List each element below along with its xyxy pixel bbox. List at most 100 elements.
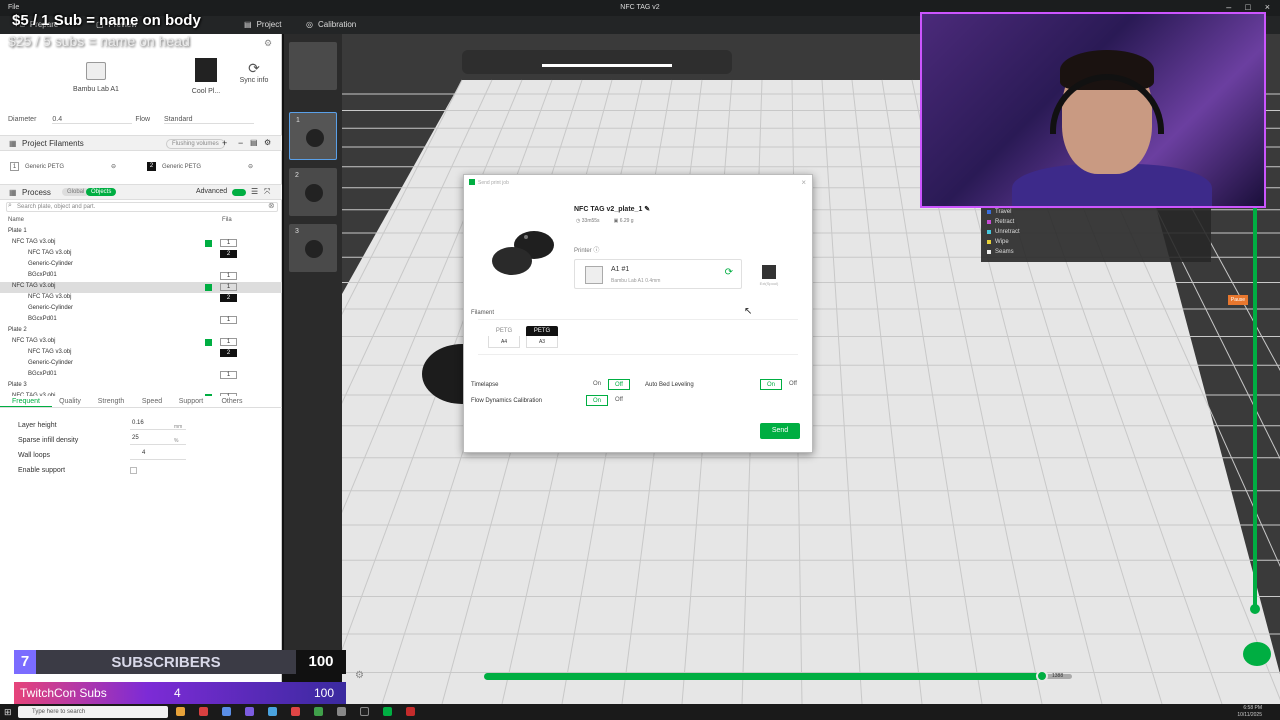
filament-slot-select[interactable]: 1: [220, 316, 237, 324]
filament-slot-select[interactable]: 1: [220, 239, 237, 247]
bed-leveling-toggle[interactable]: On Off: [760, 379, 804, 390]
process-compare-icon[interactable]: ⤧: [264, 187, 270, 197]
filament-1-settings-icon[interactable]: ⊖: [111, 163, 116, 170]
object-list-item[interactable]: BGcxPd01 1: [0, 315, 282, 326]
object-list-item[interactable]: Plate 1: [0, 227, 282, 238]
plate-type-selector[interactable]: Cool Pl...: [188, 58, 224, 95]
enable-support-checkbox[interactable]: [130, 467, 137, 474]
object-list-item[interactable]: Generic-Cylinder: [0, 260, 282, 271]
object-list-item[interactable]: Generic-Cylinder: [0, 359, 282, 370]
tab-others[interactable]: Others: [212, 396, 252, 407]
object-list-item[interactable]: NFC TAG v3.obj 1: [0, 238, 282, 249]
plate-thumb-1[interactable]: 1: [289, 112, 337, 160]
flow-calibration-toggle[interactable]: On Off: [586, 395, 630, 406]
filament-settings-icon[interactable]: ⚙: [264, 138, 271, 147]
advanced-toggle[interactable]: [232, 189, 246, 196]
timelapse-toggle[interactable]: On Off: [586, 379, 630, 390]
object-search-input[interactable]: Search plate, object and part.: [6, 202, 278, 212]
edit-filament-icon[interactable]: ▤: [250, 138, 258, 147]
plate-thumb-3[interactable]: 3: [289, 224, 337, 272]
object-list-item[interactable]: NFC TAG v3.obj 1: [0, 337, 282, 348]
filament-slot-select[interactable]: 1: [220, 371, 237, 379]
clear-search-icon[interactable]: ⊗: [268, 201, 275, 210]
app-icon[interactable]: [291, 707, 300, 716]
tab-frequent[interactable]: Frequent: [0, 396, 52, 407]
printer-settings-icon[interactable]: ⚙: [264, 38, 272, 49]
app-icon[interactable]: [199, 707, 208, 716]
close-icon[interactable]: ×: [1265, 2, 1270, 12]
help-icon[interactable]: ⓘ: [593, 248, 599, 254]
add-filament-icon[interactable]: +: [222, 138, 227, 148]
flushing-volumes-button[interactable]: Flushing volumes: [166, 139, 225, 149]
app-icon[interactable]: [337, 707, 346, 716]
diameter-select[interactable]: 0.4: [52, 116, 133, 124]
objects-toggle[interactable]: Objects: [86, 188, 117, 196]
filament-slot-select[interactable]: 2: [220, 349, 237, 357]
filament-chip-1[interactable]: PETG A4: [488, 326, 520, 350]
send-button[interactable]: Send: [760, 423, 800, 439]
taskbar-clock[interactable]: 6:58 PM 10/11/2025: [1237, 705, 1262, 719]
tab-strength[interactable]: Strength: [88, 396, 134, 407]
flow-select[interactable]: Standard: [164, 116, 255, 124]
app-icon[interactable]: [383, 707, 392, 716]
move-slider[interactable]: [484, 673, 1044, 680]
view-mode-button[interactable]: [1243, 642, 1271, 666]
layer-slider-knob[interactable]: [1250, 604, 1260, 614]
edit-name-icon[interactable]: ✎: [644, 206, 650, 213]
object-list-item[interactable]: NFC TAG v3.obj 2: [0, 348, 282, 359]
object-visible-checkbox[interactable]: [205, 339, 212, 346]
process-list-icon[interactable]: ☰: [251, 187, 258, 196]
filament-slot-select[interactable]: 1: [220, 272, 237, 280]
object-list-item[interactable]: BGcxPd01 1: [0, 271, 282, 282]
refresh-icon[interactable]: ⟳: [725, 267, 733, 278]
object-visible-checkbox[interactable]: [205, 284, 212, 291]
plate-thumb-all[interactable]: [289, 42, 337, 90]
filament-slot-select[interactable]: 1: [220, 338, 237, 346]
object-list-item[interactable]: NFC TAG v3.obj 2: [0, 293, 282, 304]
pause-button[interactable]: Pause: [1228, 295, 1248, 305]
plate-thumb-2[interactable]: 2: [289, 168, 337, 216]
app-icon[interactable]: [360, 707, 369, 716]
move-slider-knob[interactable]: [1036, 670, 1048, 682]
filament-item-2[interactable]: 2 Generic PETG ⊖: [147, 162, 253, 171]
wall-loops-input[interactable]: 4: [130, 450, 186, 460]
close-icon[interactable]: ×: [801, 178, 806, 187]
layer-slider[interactable]: [1253, 208, 1257, 608]
maximize-icon[interactable]: □: [1245, 2, 1250, 12]
settings-gear-icon[interactable]: ⚙: [355, 670, 364, 681]
filament-item-1[interactable]: 1 Generic PETG ⊖: [10, 162, 116, 171]
object-list-item[interactable]: BGcxPd01 1: [0, 370, 282, 381]
object-list-item[interactable]: Plate 3: [0, 381, 282, 392]
tab-speed[interactable]: Speed: [134, 396, 170, 407]
app-icon[interactable]: [245, 707, 254, 716]
taskbar-search-input[interactable]: Type here to search: [18, 706, 168, 718]
tab-quality[interactable]: Quality: [52, 396, 88, 407]
filament-2-settings-icon[interactable]: ⊖: [248, 163, 253, 170]
tab-project[interactable]: ▤ Project: [244, 20, 281, 29]
object-visible-checkbox[interactable]: [205, 240, 212, 247]
param-label: Layer height: [18, 422, 57, 429]
print-preview-image: [492, 231, 554, 275]
app-icon[interactable]: [406, 707, 415, 716]
object-list-item[interactable]: Generic-Cylinder: [0, 304, 282, 315]
sync-info-button[interactable]: ⟳ Sync info: [232, 60, 276, 84]
app-icon[interactable]: [176, 707, 185, 716]
windows-start-icon[interactable]: ⊞: [4, 707, 12, 718]
remove-filament-icon[interactable]: −: [238, 138, 243, 148]
printer-selector[interactable]: Bambu Lab A1: [66, 62, 126, 93]
object-list-item[interactable]: NFC TAG v3.obj 2: [0, 249, 282, 260]
minimize-icon[interactable]: –: [1226, 2, 1231, 12]
tab-calibration[interactable]: ◎ Calibration: [306, 20, 356, 29]
filament-slot-select[interactable]: 2: [220, 250, 237, 258]
filament-slot-select[interactable]: 2: [220, 294, 237, 302]
app-icon[interactable]: [222, 707, 231, 716]
filament-chip-2[interactable]: PETG A3: [526, 326, 558, 350]
object-list-item[interactable]: Plate 2: [0, 326, 282, 337]
external-spool[interactable]: Ext(Spool): [750, 261, 788, 289]
printer-select[interactable]: A1 #1 Bambu Lab A1 0.4mm ⟳: [574, 259, 742, 289]
app-icon[interactable]: [268, 707, 277, 716]
object-list-item[interactable]: NFC TAG v3.obj 1: [0, 282, 282, 293]
filament-slot-select[interactable]: 1: [220, 283, 237, 291]
app-icon[interactable]: [314, 707, 323, 716]
tab-support[interactable]: Support: [170, 396, 212, 407]
